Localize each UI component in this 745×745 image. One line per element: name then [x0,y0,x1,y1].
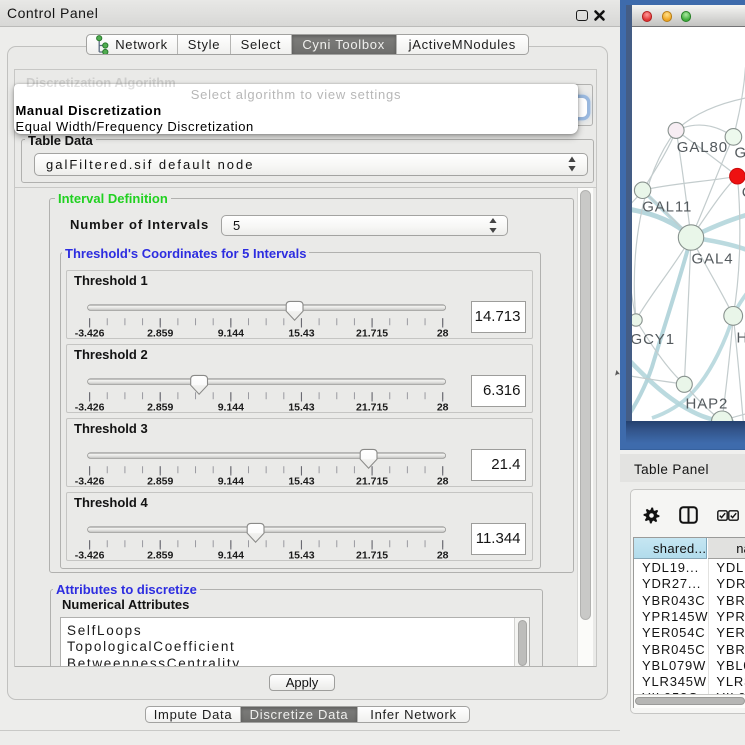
svg-text:9.144: 9.144 [218,475,244,486]
svg-text:-3.426: -3.426 [75,475,105,486]
svg-text:9.144: 9.144 [218,549,244,560]
svg-text:GAL80: GAL80 [676,139,727,156]
svg-text:21.715: 21.715 [356,549,388,560]
svg-text:GA: GA [734,145,745,162]
svg-text:28: 28 [437,401,449,412]
svg-text:GAL4: GAL4 [691,251,733,268]
svg-text:15.43: 15.43 [289,475,315,486]
svg-text:9.144: 9.144 [218,401,244,412]
svg-text:21.715: 21.715 [356,475,388,486]
svg-text:2.859: 2.859 [147,475,173,486]
svg-text:GAL11: GAL11 [642,199,692,216]
svg-text:GCY1: GCY1 [632,331,675,348]
svg-text:28: 28 [437,327,449,338]
svg-text:15.43: 15.43 [289,327,315,338]
svg-text:15.43: 15.43 [289,549,315,560]
svg-text:HI: HI [736,330,745,347]
svg-text:28: 28 [437,549,449,560]
svg-text:2.859: 2.859 [147,327,173,338]
svg-text:2.859: 2.859 [147,401,173,412]
svg-text:9.144: 9.144 [218,327,244,338]
svg-text:2.859: 2.859 [147,549,173,560]
svg-text:15.43: 15.43 [289,401,315,412]
svg-text:C: C [741,184,745,201]
svg-text:21.715: 21.715 [356,401,388,412]
svg-text:HAP2: HAP2 [685,396,728,413]
svg-text:-3.426: -3.426 [75,549,105,560]
svg-text:28: 28 [437,475,449,486]
svg-text:21.715: 21.715 [356,327,388,338]
svg-text:-3.426: -3.426 [75,327,105,338]
svg-text:-3.426: -3.426 [75,401,105,412]
